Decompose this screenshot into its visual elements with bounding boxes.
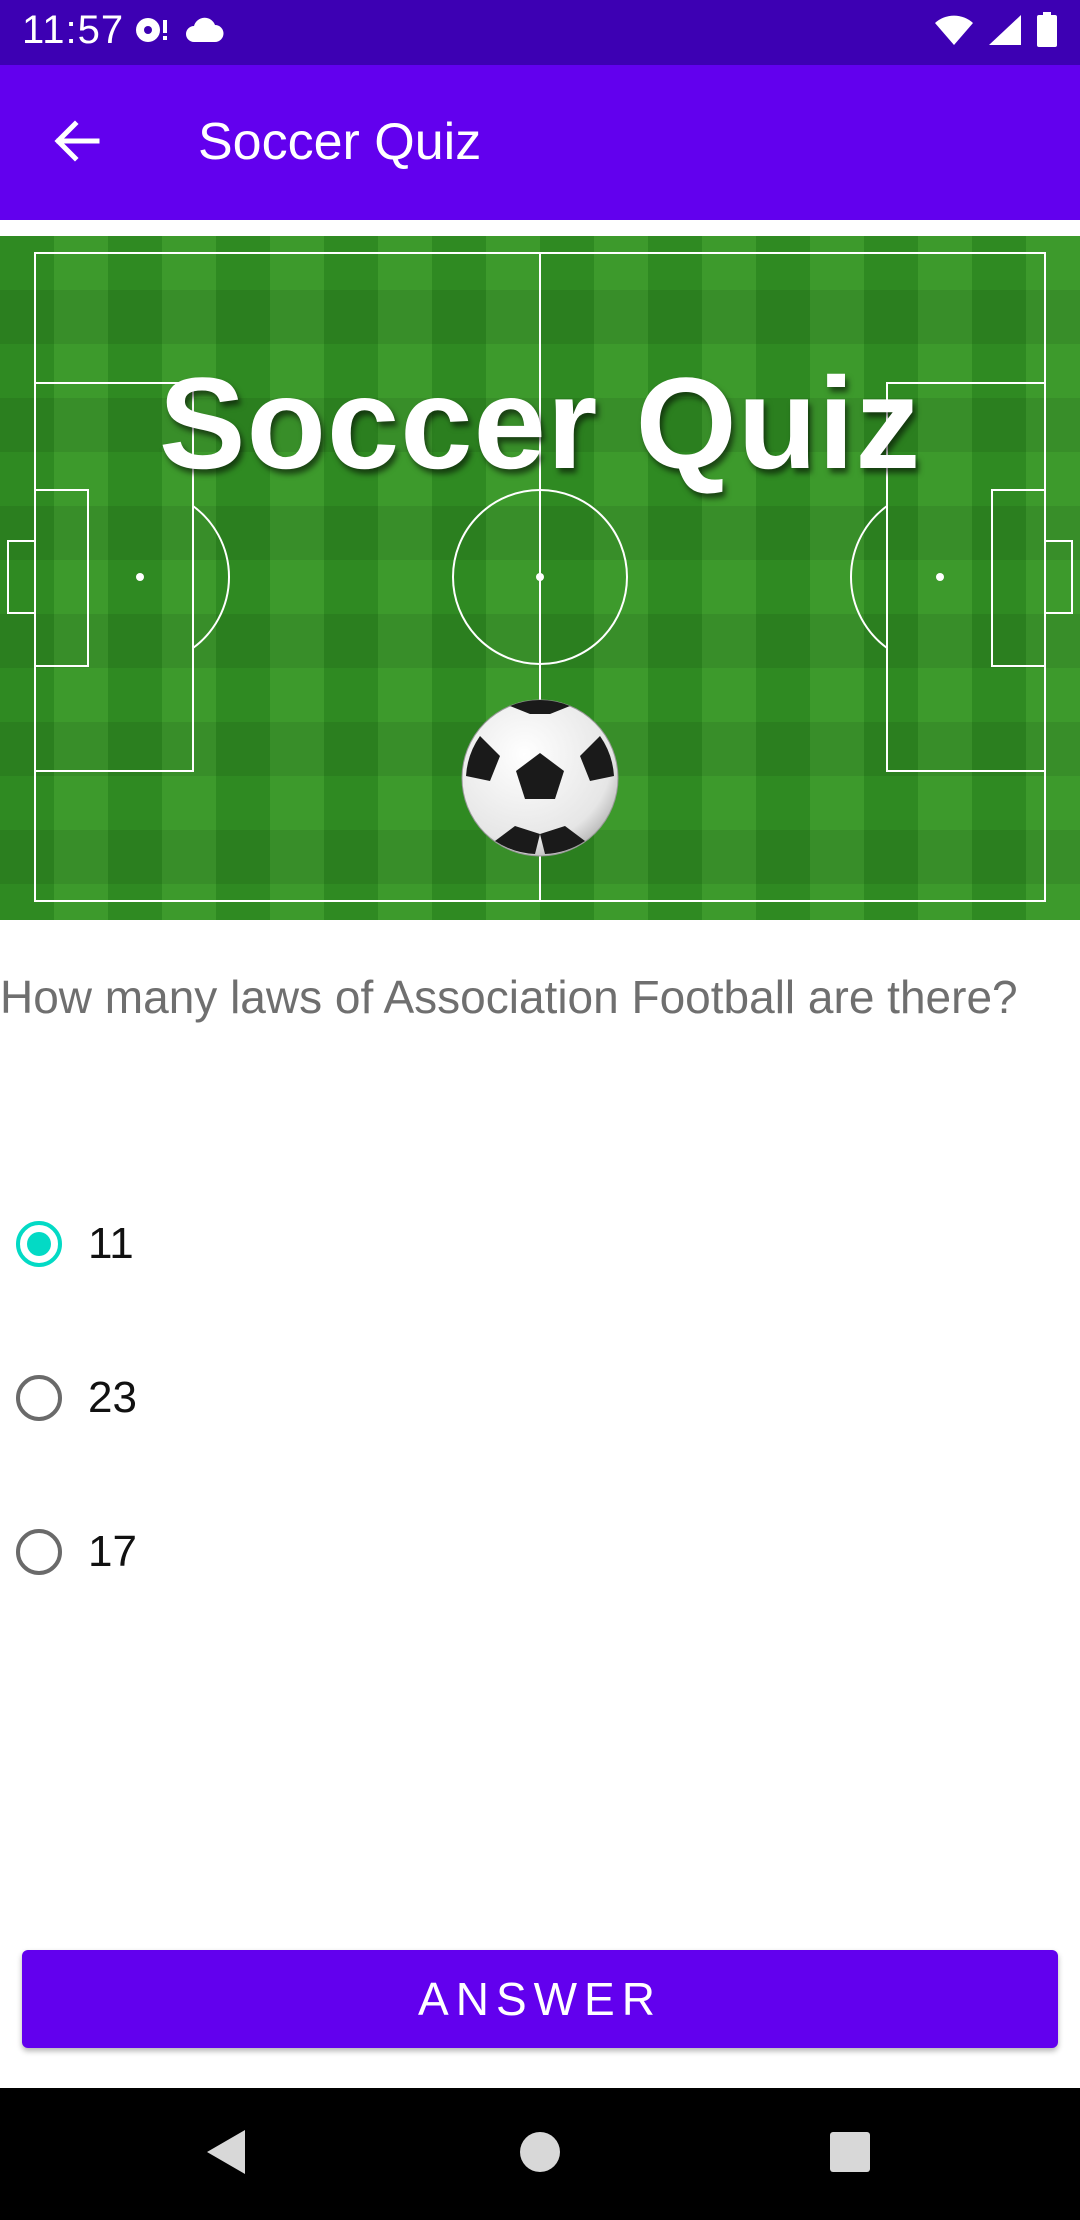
status-time: 11:57 — [22, 8, 125, 52]
question-text: How many laws of Association Football ar… — [0, 971, 1018, 1023]
app-bar-title: Soccer Quiz — [198, 113, 482, 171]
wifi-icon — [934, 14, 974, 51]
back-button[interactable] — [36, 107, 116, 179]
soccer-quiz-banner-image: Soccer Quiz — [0, 236, 1080, 920]
status-bar: 11:57 — [0, 0, 1080, 65]
media-icon — [134, 15, 170, 50]
option-17[interactable]: 17 — [14, 1504, 1014, 1600]
radio-button[interactable] — [16, 1375, 62, 1421]
battery-icon — [1036, 11, 1058, 53]
answer-button[interactable]: ANSWER — [22, 1950, 1058, 2048]
option-label: 11 — [88, 1219, 134, 1268]
recents-square-icon — [829, 2131, 871, 2178]
option-label: 23 — [88, 1373, 137, 1422]
radio-button-selected[interactable] — [16, 1221, 62, 1267]
cell-signal-icon — [988, 14, 1022, 51]
arrow-left-icon — [51, 119, 101, 168]
soccer-ball-icon — [461, 699, 619, 857]
radio-button[interactable] — [16, 1529, 62, 1575]
home-circle-icon — [519, 2131, 561, 2178]
option-label: 17 — [88, 1527, 137, 1576]
app-bar: Soccer Quiz — [0, 65, 1080, 220]
option-23[interactable]: 23 — [14, 1350, 1014, 1446]
system-navigation-bar — [0, 2088, 1080, 2220]
option-11[interactable]: 11 — [14, 1196, 1014, 1292]
cloud-icon — [184, 16, 224, 49]
nav-back-button[interactable] — [182, 2118, 272, 2190]
nav-recents-button[interactable] — [805, 2118, 895, 2190]
nav-home-button[interactable] — [495, 2118, 585, 2190]
banner-title: Soccer Quiz — [158, 350, 922, 496]
back-triangle-icon — [205, 2128, 249, 2181]
